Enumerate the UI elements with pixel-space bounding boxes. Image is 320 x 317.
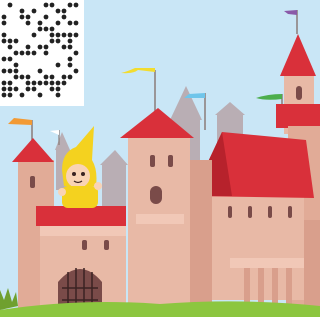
qr-code-icon[interactable] [0,0,84,106]
game-scene [0,0,320,317]
gate-house [36,206,126,316]
castle-illustration [0,0,320,317]
